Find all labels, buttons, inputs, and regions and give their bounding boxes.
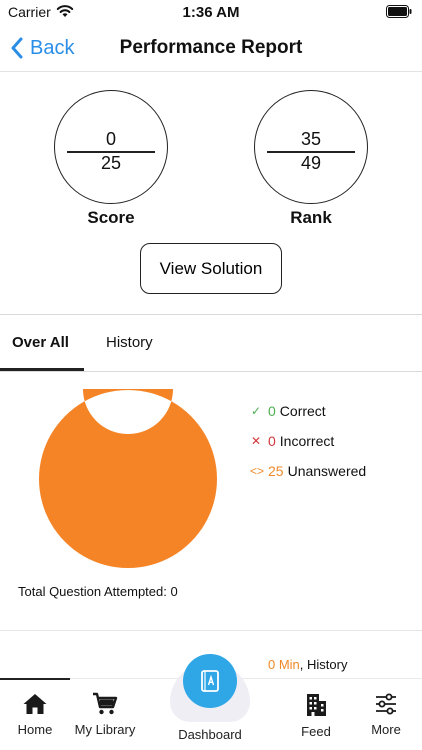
legend-incorrect: ✕ 0 Incorrect bbox=[250, 433, 334, 449]
rank-value: 35 bbox=[300, 129, 322, 149]
cross-icon: ✕ bbox=[250, 434, 262, 448]
score-circle: 0 25 bbox=[54, 90, 168, 204]
tab-home[interactable]: Home bbox=[10, 692, 60, 737]
rank-card: 35 49 Rank bbox=[254, 90, 368, 228]
time-history-label: , History bbox=[299, 657, 348, 672]
tab-my-library[interactable]: My Library bbox=[70, 692, 140, 737]
sliders-icon bbox=[376, 693, 396, 715]
score-label: Score bbox=[87, 208, 135, 227]
battery-icon bbox=[386, 5, 412, 18]
divider bbox=[0, 371, 422, 372]
rank-label: Rank bbox=[290, 208, 332, 227]
legend-correct-count: 0 bbox=[268, 403, 276, 419]
view-solution-button[interactable]: View Solution bbox=[140, 243, 282, 294]
score-value: 0 bbox=[105, 129, 116, 149]
check-icon: ✓ bbox=[250, 404, 262, 418]
home-icon bbox=[23, 694, 47, 714]
total-attempted-text: Total Question Attempted: 0 bbox=[18, 584, 178, 599]
score-card: 0 25 Score bbox=[54, 90, 168, 228]
status-bar: Carrier 1:36 AM bbox=[0, 0, 422, 24]
status-time: 1:36 AM bbox=[182, 4, 240, 21]
tab-over-all[interactable]: Over All bbox=[12, 334, 69, 351]
divider bbox=[0, 630, 422, 631]
time-history-text: 0 Min, History bbox=[268, 657, 347, 672]
cart-icon bbox=[93, 692, 118, 715]
tab-dashboard-label: Dashboard bbox=[178, 727, 242, 742]
tab-home-label: Home bbox=[17, 722, 53, 737]
time-value: 0 Min bbox=[268, 657, 300, 672]
book-icon bbox=[201, 670, 219, 692]
tab-my-library-label: My Library bbox=[74, 722, 136, 737]
active-bottom-tab-indicator bbox=[0, 678, 70, 680]
tab-feed[interactable]: Feed bbox=[294, 692, 338, 739]
tab-more-label: More bbox=[371, 722, 401, 737]
dashboard-button[interactable] bbox=[183, 654, 237, 708]
page-title: Performance Report bbox=[119, 37, 303, 58]
tab-feed-label: Feed bbox=[301, 724, 331, 739]
tab-more[interactable]: More bbox=[364, 692, 408, 737]
legend-unanswered-label: Unanswered bbox=[287, 463, 367, 479]
legend-unanswered-count: 25 bbox=[268, 463, 284, 479]
legend-correct: ✓ 0 Correct bbox=[250, 403, 326, 419]
tab-history[interactable]: History bbox=[106, 334, 153, 351]
divider bbox=[0, 314, 422, 315]
legend-incorrect-label: Incorrect bbox=[279, 433, 335, 449]
rank-total: 49 bbox=[300, 153, 322, 173]
answers-donut-chart bbox=[38, 389, 217, 568]
building-icon bbox=[307, 694, 326, 716]
nav-bar: Back Performance Report bbox=[0, 24, 422, 72]
score-total: 25 bbox=[100, 153, 122, 173]
legend-correct-label: Correct bbox=[279, 403, 326, 419]
legend-unanswered: <> 25 Unanswered bbox=[250, 463, 366, 479]
legend-incorrect-count: 0 bbox=[268, 433, 276, 449]
code-icon: <> bbox=[250, 464, 265, 478]
rank-circle: 35 49 bbox=[254, 90, 368, 204]
